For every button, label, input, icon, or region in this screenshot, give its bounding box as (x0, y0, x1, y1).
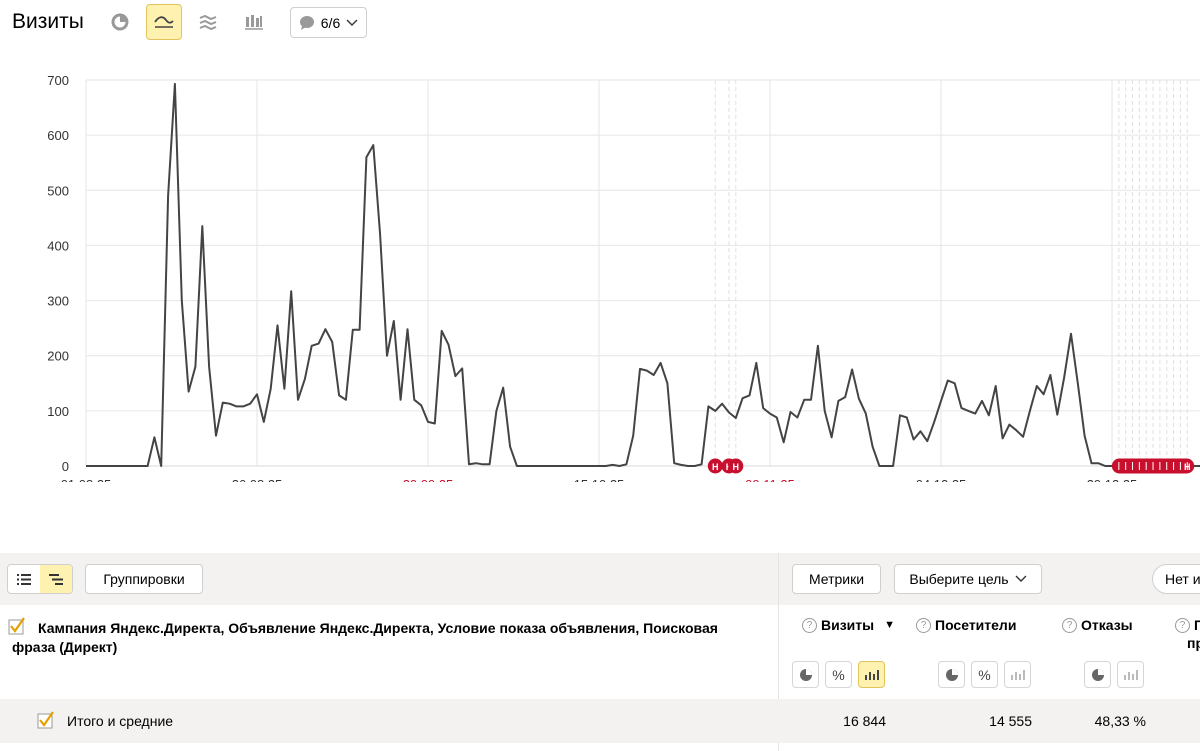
bar-chart-icon (1010, 669, 1025, 680)
totals-row: Итого и средние 16 844 14 555 48,33 % (0, 699, 1200, 743)
bounces-pie-view-button[interactable] (1084, 661, 1111, 688)
metrics-button[interactable]: Метрики (792, 564, 881, 594)
x-tick-label: 26.08.25 (232, 477, 283, 482)
y-tick-label: 500 (47, 183, 69, 198)
dimension-header: Кампания Яндекс.Директа, Объявление Янде… (12, 620, 718, 655)
stacked-bar-chart-type-button[interactable] (236, 4, 272, 40)
holiday-marker-label: Н (733, 462, 740, 472)
metric-label: Посетители (935, 617, 1017, 633)
percent-icon: % (978, 666, 991, 683)
holiday-marker-label: Н (712, 462, 719, 472)
comments-count: 6/6 (320, 14, 341, 31)
x-tick-label: 01.08.25 (61, 477, 112, 482)
visits-series-line (86, 82, 1200, 467)
pie-chart-icon (111, 13, 129, 31)
bar-chart-icon (1123, 669, 1138, 680)
help-icon[interactable]: ? (802, 617, 817, 633)
report-table: Группировки Метрики Выберите цель Нет и … (0, 553, 1200, 751)
chevron-down-icon (346, 19, 358, 26)
metric-label-line2: про (1187, 635, 1200, 651)
pie-chart-icon (799, 668, 812, 681)
page-title: Визиты (12, 10, 84, 33)
stacked-area-icon (199, 14, 217, 30)
metric-header-bounces[interactable]: ? Отказы (1062, 617, 1133, 633)
metric-header-truncated[interactable]: ?П про (1175, 617, 1200, 651)
goal-select-label: Выберите цель (909, 571, 1009, 587)
visitors-pie-view-button[interactable] (938, 661, 965, 688)
sampling-button[interactable]: Нет и (1152, 564, 1200, 594)
visits-bar-view-button[interactable] (858, 661, 885, 688)
table-view-toggle[interactable] (7, 564, 73, 594)
y-tick-label: 100 (47, 404, 69, 419)
x-tick-label: 09.11.25 (745, 477, 795, 482)
help-icon[interactable]: ? (1175, 617, 1190, 633)
visitors-bar-view-button[interactable] (1004, 661, 1031, 688)
totals-label: Итого и средние (67, 713, 174, 729)
metric-label: П (1194, 617, 1200, 633)
holiday-marker-label: Н (1184, 462, 1191, 472)
line-chart-icon (154, 16, 174, 28)
y-tick-label: 700 (47, 73, 69, 88)
chevron-down-icon (1015, 575, 1027, 582)
help-icon[interactable]: ? (916, 617, 931, 633)
line-chart-type-button[interactable] (146, 4, 182, 40)
metric-header-visitors[interactable]: ? Посетители (916, 617, 1016, 633)
x-tick-label: 15.10.25 (574, 477, 625, 482)
groupings-button[interactable]: Группировки (85, 564, 203, 594)
totals-visitors: 14 555 (989, 713, 1032, 729)
flat-list-view-button[interactable] (8, 565, 40, 593)
bounces-bar-view-button[interactable] (1117, 661, 1144, 688)
comment-bubble-icon (299, 15, 314, 30)
visits-pie-view-button[interactable] (792, 661, 819, 688)
comments-dropdown[interactable]: 6/6 (290, 7, 367, 38)
tree-view-button[interactable] (40, 565, 72, 593)
y-tick-label: 300 (47, 294, 69, 309)
bar-chart-icon (864, 669, 879, 680)
pie-chart-icon (945, 668, 958, 681)
area-chart-type-button[interactable] (190, 4, 226, 40)
y-tick-label: 200 (47, 349, 69, 364)
goal-select[interactable]: Выберите цель (894, 564, 1042, 594)
tree-list-icon (49, 573, 63, 585)
sort-desc-icon[interactable]: ▼ (884, 619, 895, 631)
visits-line-chart: 0 100 200 300 400 500 600 700 01.08.25 26.08.25 20… (47, 73, 1200, 482)
y-tick-label: 400 (47, 238, 69, 253)
visitors-percent-view-button[interactable]: % (971, 661, 998, 688)
percent-icon: % (832, 666, 845, 683)
x-tick-label: 29.12.25 (1087, 477, 1138, 482)
list-icon (17, 573, 31, 585)
visits-percent-view-button[interactable]: % (825, 661, 852, 688)
totals-bounces: 48,33 % (1094, 713, 1146, 729)
metric-label: Визиты (821, 617, 875, 633)
metric-label: Отказы (1081, 617, 1133, 633)
stacked-bar-icon (245, 15, 263, 30)
x-tick-label: 04.12.25 (916, 477, 967, 482)
help-icon[interactable]: ? (1062, 617, 1077, 633)
totals-checkbox[interactable] (37, 711, 55, 729)
pie-chart-type-button[interactable] (102, 4, 138, 40)
totals-visits: 16 844 (843, 713, 886, 729)
y-tick-label: 600 (47, 128, 69, 143)
y-tick-label: 0 (62, 459, 69, 474)
table-toolbar: Группировки Метрики Выберите цель Нет и (0, 553, 1200, 751)
x-tick-label: 20.09.25 (403, 477, 454, 482)
pie-chart-icon (1091, 668, 1104, 681)
metric-header-visits[interactable]: ? Визиты ▼ (802, 617, 895, 633)
